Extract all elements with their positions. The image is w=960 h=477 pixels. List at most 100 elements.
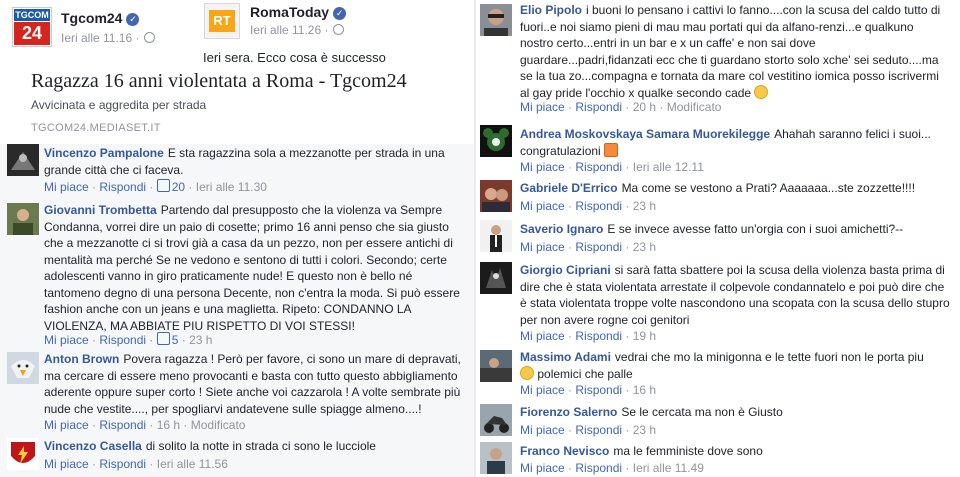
comment-time[interactable]: 23 h [633,240,656,254]
like-link[interactable]: Mi piace [520,240,565,254]
comment-time[interactable]: 23 h [633,199,656,213]
comment-text: ma le femministe dove sono [613,444,763,458]
comment-time[interactable]: Ieri alle 11.49 [633,461,704,475]
like-link[interactable]: Mi piace [520,329,565,343]
edited-label[interactable]: Modificato [667,100,722,114]
comment-author[interactable]: Vincenzo Casella [44,439,142,453]
avatar[interactable] [7,352,39,384]
thumbs-up-icon [156,332,170,345]
reply-link[interactable]: Rispondi [99,180,146,194]
reply-link[interactable]: Rispondi [575,160,622,174]
like-link[interactable]: Mi piace [44,180,89,194]
like-count[interactable]: 20 [156,179,185,194]
like-link[interactable]: Mi piace [44,457,89,471]
comment-time[interactable]: Ieri alle 12.11 [633,160,704,174]
romatoday-logo-text: RT [209,10,235,32]
comment-time[interactable]: 16 h [157,418,180,432]
reply-link[interactable]: Rispondi [575,240,622,254]
comment-body: Fiorenzo Salerno Se le cercata ma non è G… [520,404,950,421]
avatar[interactable] [480,180,512,212]
comment-time[interactable]: 20 h [633,100,656,114]
reply-link[interactable]: Rispondi [575,100,622,114]
comment-text: di solito la notte in strada ci sono le … [145,439,376,453]
globe-icon [332,24,344,35]
avatar[interactable] [480,350,512,382]
reply-link[interactable]: Rispondi [575,383,622,397]
smile-emoji-icon [754,84,769,99]
like-link[interactable]: Mi piace [520,160,565,174]
comment-author[interactable]: Franco Nevisco [520,444,609,458]
comment-time[interactable]: 23 h [189,333,212,347]
comment-author[interactable]: Giovanni Trombetta [44,203,157,217]
link-source: TGCOM24.MEDIASET.IT [31,122,161,134]
like-link[interactable]: Mi piace [44,333,89,347]
comment-body: Andrea Moskovskaya Samara Muorekilegge Ah… [520,126,950,159]
reply-link[interactable]: Rispondi [99,333,146,347]
avatar[interactable] [480,220,512,252]
comment-time[interactable]: Ieri alle 11.30 [196,180,267,194]
reply-link[interactable]: Rispondi [99,418,146,432]
avatar[interactable] [480,125,512,157]
comment-actions: Mi piace · Rispondi · Ieri alle 11.56 [44,457,228,471]
comment-author[interactable]: Vincenzo Pampalone [44,146,164,160]
comment-text: Ma come se vestono a Prati? Aaaaaaa...st… [621,181,916,195]
comment-text-continued: polemici che palle [537,366,633,381]
like-count[interactable]: 5 [156,332,178,347]
tgcom24-logo[interactable]: TGCOM 24 [12,7,52,47]
reply-link[interactable]: Rispondi [575,329,622,343]
comment-author[interactable]: Andrea Moskovskaya Samara Muorekilegge [520,127,770,141]
party-popper-icon [604,142,619,157]
avatar[interactable] [480,404,512,436]
comment-actions: Mi piace · Rispondi · 20 · Ieri alle 11.… [44,179,267,194]
like-link[interactable]: Mi piace [520,461,565,475]
tgcom24-logo-number: 24 [14,22,50,45]
avatar[interactable] [480,4,512,36]
comment-author[interactable]: Massimo Adami [520,350,611,364]
like-link[interactable]: Mi piace [520,199,565,213]
avatar[interactable] [7,203,39,235]
comment-author[interactable]: Gabriele D'Errico [520,181,618,195]
like-link[interactable]: Mi piace [44,418,89,432]
comment-author[interactable]: Elio Pipolo [520,3,582,17]
comment-text: E se invece avesse fatto un'orgia con i … [607,222,904,236]
comment-time[interactable]: 23 h [633,423,656,437]
verified-icon: ✓ [333,7,347,20]
comment-time[interactable]: Ieri alle 11.56 [157,457,228,471]
comment-author[interactable]: Giorgio Cipriani [520,263,611,277]
romatoday-logo[interactable]: RT [204,3,240,39]
page-name-tgcom24[interactable]: Tgcom24 ✓ [61,10,140,26]
like-link[interactable]: Mi piace [520,383,565,397]
reply-link[interactable]: Rispondi [575,199,622,213]
comment-actions: Mi piace · Rispondi · Ieri alle 12.11 [520,160,704,174]
post-timestamp[interactable]: Ieri alle 11.16 · [61,31,155,45]
reply-link[interactable]: Rispondi [575,423,622,437]
reply-link[interactable]: Rispondi [99,457,146,471]
comment-body: Giorgio Cipriani si sarà fatta sbattere p… [520,262,950,328]
comment-body: Franco Nevisco ma le femministe dove sono [520,443,950,460]
link-title[interactable]: Ragazza 16 anni violentata a Roma - Tgco… [31,70,407,93]
comment-author[interactable]: Fiorenzo Salerno [520,405,617,419]
edited-label[interactable]: Modificato [191,418,246,432]
comment-text: Partendo dal presupposto che la violenza… [44,203,460,333]
comment-author[interactable]: Saverio Ignaro [520,222,603,236]
page-name-romatoday[interactable]: RomaToday ✓ [250,4,347,20]
comment-actions: Mi piace · Rispondi · 20 h · Modificato [520,100,722,114]
post-header: TGCOM 24 Tgcom24 ✓ Ieri alle 11.16 · RT R… [0,0,476,146]
like-link[interactable]: Mi piace [520,423,565,437]
smile-emoji-icon [520,365,534,380]
avatar[interactable] [480,442,512,474]
reply-link[interactable]: Rispondi [575,461,622,475]
comment-actions: Mi piace · Rispondi · Ieri alle 11.49 [520,461,704,475]
comment-time[interactable]: 19 h [633,329,656,343]
link-preview-card[interactable]: Ragazza 16 anni violentata a Roma - Tgco… [20,62,476,146]
comment-text: i buoni lo pensano i cattivi lo fanno...… [520,3,941,100]
shared-timestamp[interactable]: Ieri alle 11.26 · [250,23,344,37]
avatar[interactable] [7,438,39,470]
avatar[interactable] [7,144,39,176]
comment-author[interactable]: Anton Brown [44,352,119,366]
thumbs-up-icon [156,179,170,192]
comment-actions: Mi piace · Rispondi · 19 h [520,329,657,343]
avatar[interactable] [480,262,512,294]
comment-time[interactable]: 16 h [633,383,656,397]
like-link[interactable]: Mi piace [520,100,565,114]
